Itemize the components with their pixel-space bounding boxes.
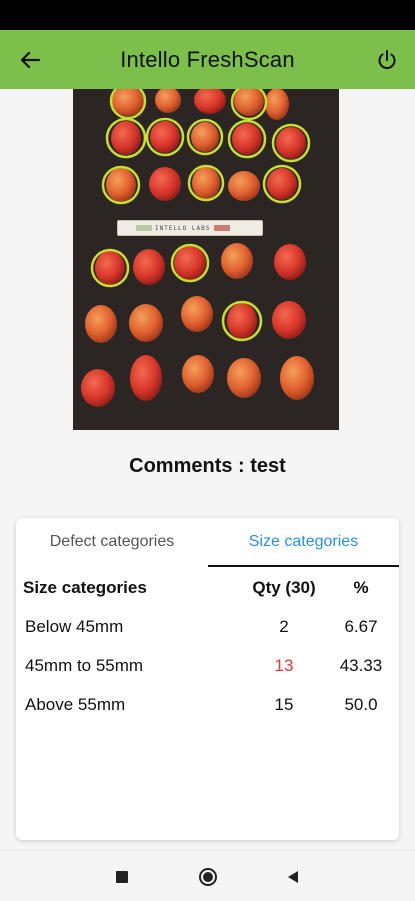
header-percent: % — [353, 578, 369, 597]
status-bar — [0, 0, 415, 30]
tag-swatch — [136, 225, 152, 231]
table-row: Below 45mm 2 6.67 — [16, 607, 399, 646]
results-card: Defect categories Size categories Size c… — [16, 518, 399, 840]
row-qty: 2 — [279, 617, 289, 636]
header-qty: Qty (30) — [252, 578, 316, 597]
tomato-photo-canvas — [73, 89, 339, 430]
recent-apps-icon[interactable] — [110, 865, 134, 889]
back-triangle-icon[interactable] — [281, 865, 305, 889]
system-nav-bar — [0, 850, 415, 901]
home-icon[interactable] — [196, 865, 220, 889]
tag-text: INTELLO LABS — [155, 224, 211, 232]
app-title: Intello FreshScan — [120, 47, 295, 72]
category-tabs: Defect categories Size categories — [16, 518, 399, 567]
app-bar: Intello FreshScan — [0, 30, 415, 89]
intello-label-tag: INTELLO LABS — [117, 220, 263, 236]
tab-defect-categories[interactable]: Defect categories — [16, 518, 208, 566]
row-qty: 15 — [274, 695, 294, 714]
row-category: Above 55mm — [25, 695, 126, 714]
row-percent: 43.33 — [339, 656, 383, 675]
row-percent: 6.67 — [344, 617, 378, 636]
active-tab-indicator — [208, 565, 399, 567]
row-qty: 13 — [274, 656, 294, 675]
power-icon[interactable] — [373, 46, 401, 74]
row-category: Below 45mm — [25, 617, 124, 636]
comments-text: Comments : test — [129, 455, 286, 477]
table-row: 45mm to 55mm 13 43.33 — [16, 646, 399, 685]
table-row: Above 55mm 15 50.0 — [16, 685, 399, 724]
row-percent: 50.0 — [344, 695, 378, 714]
size-table: Size categories Qty (30) % Below 45mm 2 … — [16, 568, 399, 724]
row-category: 45mm to 55mm — [25, 656, 144, 675]
tag-swatch — [214, 225, 231, 231]
tomato-photo: INTELLO LABS — [73, 89, 339, 430]
header-size-categories: Size categories — [23, 578, 147, 597]
table-header-row: Size categories Qty (30) % — [16, 568, 399, 607]
tab-size-categories[interactable]: Size categories — [208, 518, 399, 566]
